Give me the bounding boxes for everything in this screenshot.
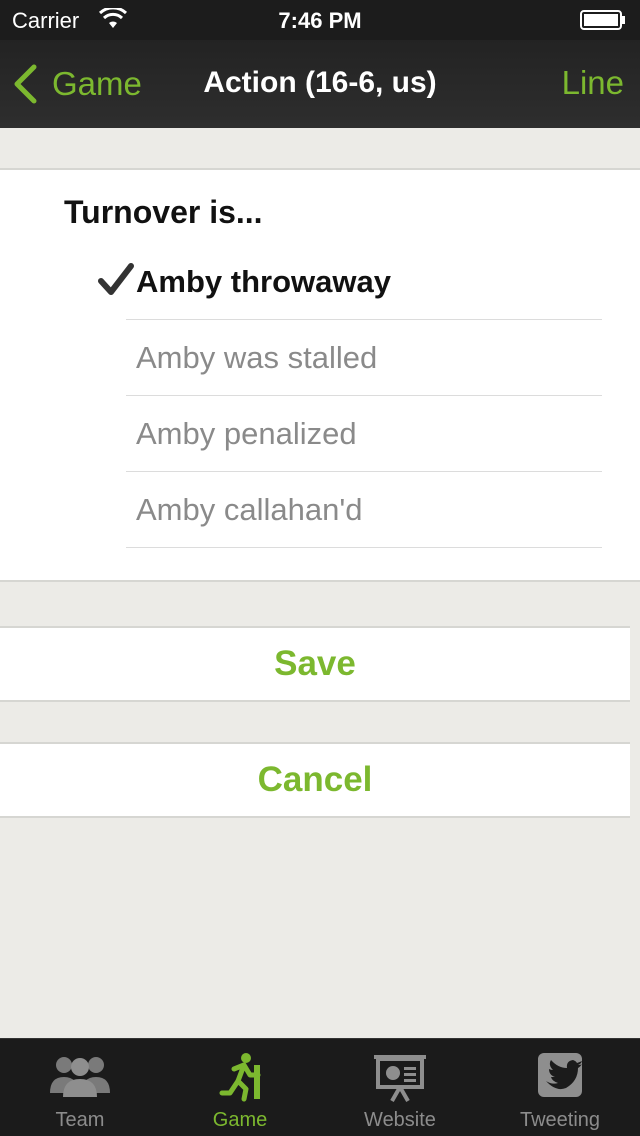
line-button[interactable]: Line: [562, 64, 624, 102]
option-label: Amby penalized: [136, 415, 357, 451]
tab-team[interactable]: Team: [0, 1039, 160, 1136]
option-label: Amby throwaway: [136, 263, 391, 299]
battery-icon: [580, 10, 625, 30]
twitter-icon: [538, 1053, 582, 1097]
presentation-icon: [374, 1055, 426, 1102]
option-label: Amby was stalled: [136, 339, 378, 375]
turnover-title: Turnover is...: [64, 194, 263, 230]
navigation-bar: Game Action (16-6, us) Line: [0, 40, 640, 128]
cancel-button[interactable]: Cancel: [0, 742, 630, 818]
team-icon: [50, 1057, 110, 1097]
page-title: Action (16-6, us): [203, 66, 437, 99]
status-bar: Carrier 7:46 PM: [0, 0, 640, 40]
tab-tweeting[interactable]: Tweeting: [480, 1039, 640, 1136]
option-stalled[interactable]: Amby was stalled: [126, 320, 602, 396]
tab-label: Tweeting: [519, 1109, 601, 1131]
tab-label: Game: [212, 1109, 268, 1131]
save-button[interactable]: Save: [0, 626, 630, 702]
option-throwaway[interactable]: Amby throwaway: [126, 244, 602, 320]
turnover-card: Turnover is... Amby throwaway Amby was s…: [0, 168, 640, 582]
tab-bar: Team Game Website Tweeting: [0, 1038, 640, 1136]
option-label: Amby callahan'd: [136, 491, 363, 527]
tab-game[interactable]: Game: [160, 1039, 320, 1136]
tab-label: Website: [364, 1109, 436, 1131]
tab-website[interactable]: Website: [320, 1039, 480, 1136]
option-penalized[interactable]: Amby penalized: [126, 396, 602, 472]
clock: 7:46 PM: [278, 8, 362, 33]
option-callahan[interactable]: Amby callahan'd: [126, 472, 602, 548]
tab-label: Team: [55, 1109, 105, 1131]
running-man-icon: [219, 1053, 261, 1102]
